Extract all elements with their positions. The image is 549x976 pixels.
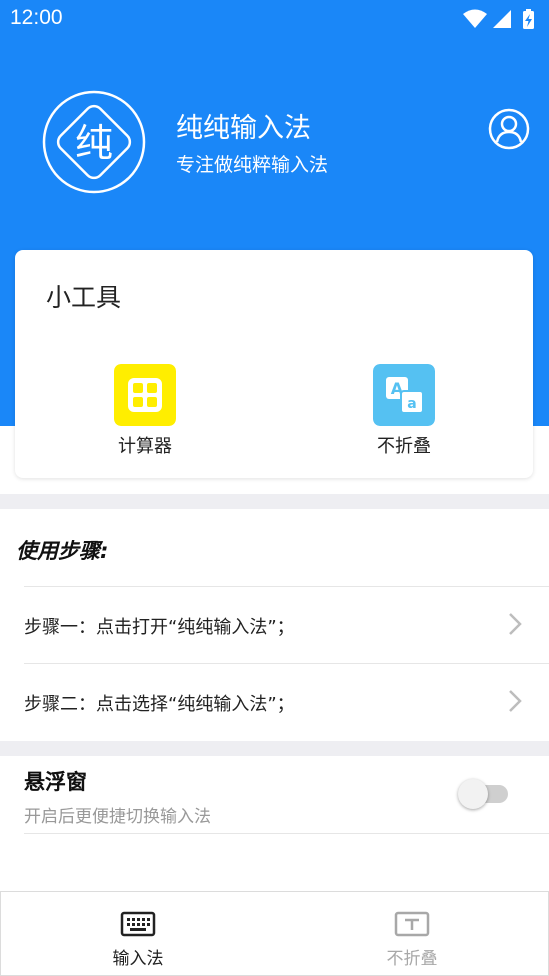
text-box-icon [394, 911, 430, 937]
svg-text:a: a [407, 396, 416, 412]
bottom-nav: 输入法 不折叠 [0, 891, 549, 976]
nav-label-nofold: 不折叠 [386, 949, 438, 969]
wifi-icon [463, 9, 487, 28]
status-icons [463, 9, 534, 29]
chevron-right-icon [509, 613, 522, 635]
tools-card: 小工具 计算器 A a 不折叠 [15, 250, 533, 478]
section-divider [0, 494, 549, 509]
floating-window-description: 开启后更便捷切换输入法 [24, 807, 211, 827]
toggle-knob [458, 779, 488, 809]
signal-icon [493, 10, 511, 28]
calculator-tool[interactable]: 计算器 [85, 364, 205, 458]
status-time: 12:00 [10, 6, 63, 29]
floating-divider [24, 833, 549, 834]
nav-label-ime: 输入法 [112, 949, 164, 969]
translate-icon: A a [373, 364, 435, 426]
step-text: 步骤二：点击选择“纯纯输入法”； [24, 694, 295, 715]
floating-window-toggle[interactable] [458, 778, 512, 810]
calculator-icon [114, 364, 176, 426]
step-row[interactable]: 步骤一：点击打开“纯纯输入法”； [0, 587, 549, 663]
floating-window-title: 悬浮窗 [24, 770, 87, 794]
tools-title: 小工具 [46, 283, 122, 312]
nav-item-ime[interactable]: 输入法 [1, 892, 275, 976]
app-name: 纯纯输入法 [176, 113, 311, 144]
nofold-tool[interactable]: A a 不折叠 [344, 364, 464, 458]
app-slogan: 专注做纯粹输入法 [176, 154, 329, 176]
calculator-label: 计算器 [118, 436, 172, 457]
nav-item-nofold[interactable]: 不折叠 [275, 892, 549, 976]
app-logo-icon: 纯 [42, 90, 146, 194]
logo-character: 纯 [75, 121, 113, 165]
step-row[interactable]: 步骤二：点击选择“纯纯输入法”； [0, 664, 549, 740]
steps-title: 使用步骤: [16, 539, 109, 563]
nofold-label: 不折叠 [377, 436, 431, 457]
section-divider [0, 741, 549, 756]
chevron-right-icon [509, 690, 522, 712]
user-icon[interactable] [488, 108, 530, 150]
battery-charging-icon [523, 9, 534, 29]
status-bar: 12:00 [0, 0, 549, 38]
step-text: 步骤一：点击打开“纯纯输入法”； [24, 617, 295, 638]
keyboard-icon [120, 911, 156, 937]
